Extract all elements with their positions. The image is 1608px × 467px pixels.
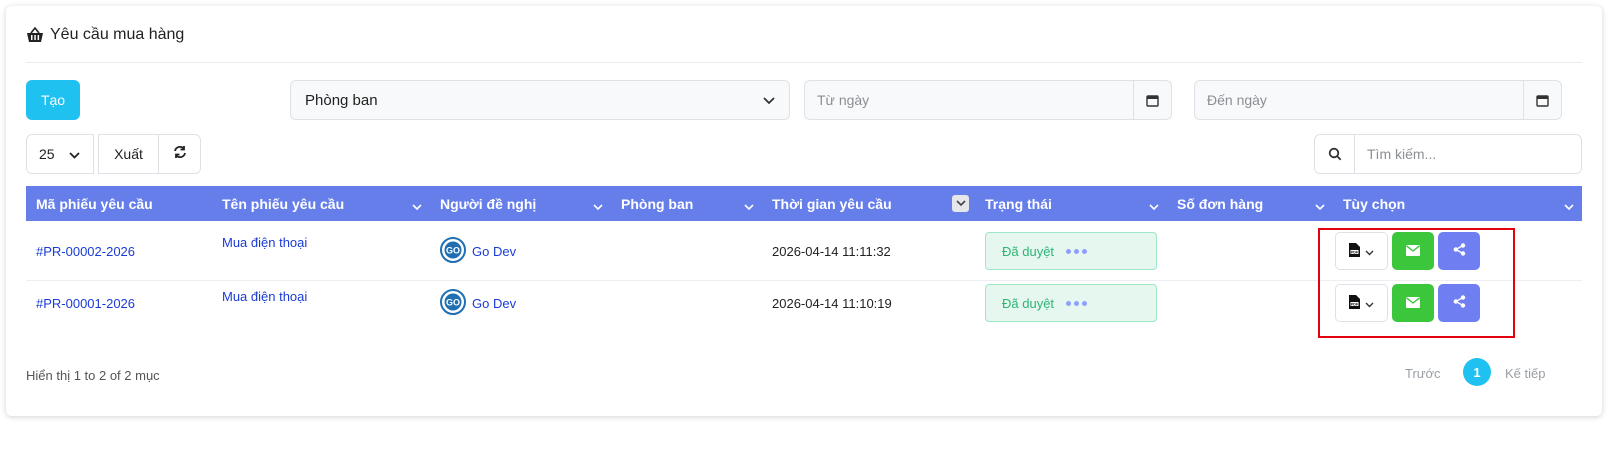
avatar: GO: [440, 288, 466, 318]
status-badge: Đã duyệt: [985, 232, 1157, 270]
chevron-down-icon: [1149, 198, 1159, 214]
highlight-box: [1318, 228, 1515, 338]
request-code[interactable]: #PR-00001-2026: [36, 296, 135, 311]
chevron-down-icon: [763, 92, 775, 109]
request-code-link[interactable]: #PR-00002-2026: [36, 221, 135, 281]
calendar-icon[interactable]: [1523, 81, 1561, 119]
to-date-placeholder: Đến ngày: [1207, 92, 1267, 108]
next-page-button[interactable]: Kế tiếp: [1505, 360, 1545, 386]
from-date-placeholder: Từ ngày: [817, 92, 870, 108]
page-title-text: Yêu cầu mua hàng: [50, 26, 185, 43]
column-label: Tên phiếu yêu cầu: [222, 195, 345, 212]
requester[interactable]: GO Go Dev: [440, 281, 516, 325]
column-label: Phòng ban: [621, 195, 694, 212]
column-header-status[interactable]: Trạng thái: [975, 186, 1167, 221]
request-name-link[interactable]: Mua điện thoại: [222, 289, 307, 304]
more-dots-icon[interactable]: [1066, 300, 1088, 306]
title-divider: [26, 62, 1582, 63]
search-box[interactable]: Tìm kiếm...: [1314, 134, 1582, 174]
status-badge: Đã duyệt: [985, 284, 1157, 322]
column-header-options[interactable]: Tùy chọn: [1333, 186, 1582, 221]
status-text: Đã duyệt: [1002, 295, 1055, 311]
sort-toggle-icon[interactable]: [952, 195, 969, 212]
request-time: 2026-04-14 11:11:32: [772, 243, 891, 259]
column-header-name[interactable]: Tên phiếu yêu cầu: [212, 186, 430, 221]
column-label: Số đơn hàng: [1177, 195, 1264, 212]
avatar: GO: [440, 236, 466, 266]
column-header-code[interactable]: Mã phiếu yêu cầu: [26, 186, 212, 221]
svg-text:GO: GO: [446, 245, 460, 255]
chevron-down-icon: [68, 146, 80, 162]
column-label: Mã phiếu yêu cầu: [36, 195, 153, 212]
request-name[interactable]: Mua điện thoại: [222, 235, 307, 250]
requester[interactable]: GO Go Dev: [440, 221, 516, 281]
page-title: Yêu cầu mua hàng: [26, 24, 184, 46]
prev-page-button[interactable]: Trước: [1405, 360, 1441, 386]
page-1-button[interactable]: 1: [1463, 358, 1491, 386]
search-input[interactable]: Tìm kiếm...: [1355, 135, 1581, 173]
calendar-icon[interactable]: [1133, 81, 1171, 119]
page-size-value: 25: [39, 146, 55, 162]
chevron-down-icon: [412, 198, 422, 214]
page-size-select[interactable]: 25: [26, 134, 94, 174]
status-text: Đã duyệt: [1002, 243, 1055, 259]
refresh-button[interactable]: [159, 134, 201, 174]
refresh-icon: [173, 145, 187, 164]
request-name[interactable]: Mua điện thoại: [222, 289, 307, 304]
table-header: Mã phiếu yêu cầu Tên phiếu yêu cầu Người…: [26, 186, 1582, 221]
requester-name[interactable]: Go Dev: [472, 296, 516, 311]
column-header-department[interactable]: Phòng ban: [611, 186, 762, 221]
chevron-down-icon: [593, 198, 603, 214]
column-header-order-no[interactable]: Số đơn hàng: [1167, 186, 1333, 221]
chevron-down-icon: [1315, 198, 1325, 214]
more-dots-icon[interactable]: [1066, 248, 1088, 254]
svg-text:GO: GO: [446, 297, 460, 307]
chevron-down-icon: [1564, 198, 1574, 214]
request-time: 2026-04-14 11:10:19: [772, 295, 892, 311]
request-code[interactable]: #PR-00002-2026: [36, 244, 135, 259]
basket-icon: [26, 27, 44, 43]
column-label: Thời gian yêu cầu: [772, 195, 892, 212]
search-icon: [1315, 135, 1355, 173]
department-select-value: Phòng ban: [305, 91, 378, 109]
export-button[interactable]: Xuất: [98, 134, 159, 174]
column-label: Người đề nghị: [440, 195, 537, 212]
request-name-link[interactable]: Mua điện thoại: [222, 235, 307, 250]
chevron-down-icon: [744, 198, 754, 214]
to-date-field[interactable]: Đến ngày: [1194, 80, 1562, 120]
pagination-info: Hiển thị 1 to 2 of 2 mục: [26, 368, 160, 383]
from-date-field[interactable]: Từ ngày: [804, 80, 1172, 120]
create-button[interactable]: Tạo: [26, 80, 80, 120]
request-code-link[interactable]: #PR-00001-2026: [36, 281, 135, 325]
column-label: Trạng thái: [985, 195, 1052, 212]
column-header-requester[interactable]: Người đề nghị: [430, 186, 611, 221]
department-select[interactable]: Phòng ban: [290, 80, 790, 120]
column-label: Tùy chọn: [1343, 195, 1406, 212]
column-header-time[interactable]: Thời gian yêu cầu: [762, 186, 975, 221]
requester-name[interactable]: Go Dev: [472, 244, 516, 259]
